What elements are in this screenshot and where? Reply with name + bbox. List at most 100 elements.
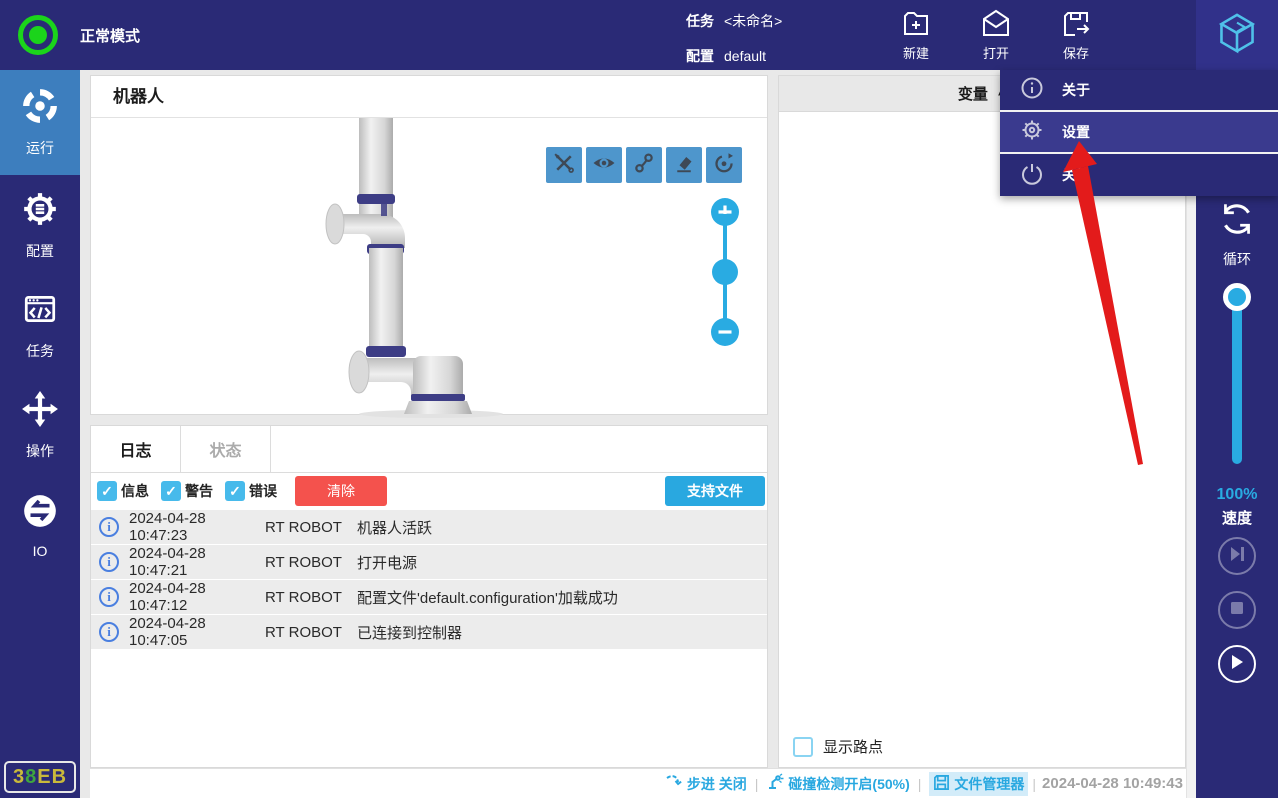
open-button[interactable]: 打开: [964, 8, 1028, 62]
open-label: 打开: [982, 46, 1009, 61]
robot-panel-title: 机器人: [91, 76, 767, 118]
mode-status-indicator: [18, 15, 58, 55]
filter-warning-label: 警告: [185, 483, 213, 499]
log-entry-message: 打开电源: [357, 554, 418, 572]
speed-label: 速度: [1221, 510, 1252, 527]
robot-view-panel: 机器人: [90, 75, 768, 418]
collision-label: 碰撞检测开启(50%): [788, 775, 910, 792]
show-waypoints-label: 显示路点: [823, 739, 884, 756]
save-label: 保存: [1062, 46, 1089, 61]
power-icon: [1020, 161, 1044, 190]
tab-log[interactable]: 日志: [91, 426, 181, 472]
log-entry-message: 机器人活跃: [357, 519, 433, 537]
log-entry-time: 2024-04-28 10:47:23: [129, 510, 206, 544]
task-value: <未命名>: [724, 13, 783, 29]
new-task-button[interactable]: 新建: [884, 8, 948, 62]
log-entry-time: 2024-04-28 10:47:12: [129, 580, 206, 614]
file-manager-button[interactable]: 文件管理器: [929, 771, 1029, 796]
step-mode-label: 步进 关闭: [686, 775, 747, 792]
play-button[interactable]: [1218, 645, 1256, 683]
clear-log-button[interactable]: 清除: [295, 476, 387, 506]
log-entry-source: RT ROBOT: [265, 518, 342, 536]
file-manager-icon: [933, 774, 954, 794]
loop-label: 循环: [1223, 251, 1251, 267]
zoom-slider-handle[interactable]: [712, 259, 738, 285]
log-tabs: 日志 状态: [91, 426, 767, 473]
badge-char: 8: [25, 765, 38, 788]
step-forward-button[interactable]: [1218, 537, 1256, 575]
speed-slider-handle[interactable]: [1223, 283, 1251, 311]
badge-char: 3: [12, 765, 26, 788]
log-entry-time: 2024-04-28 10:47:05: [129, 615, 206, 649]
task-label: 任务: [686, 13, 714, 29]
sidebar-item-io-label: IO: [32, 542, 48, 559]
sidebar-item-task[interactable]: 任务: [0, 275, 80, 375]
log-entry-message: 已连接到控制器: [357, 624, 463, 642]
filter-info-checkbox[interactable]: ✓: [97, 481, 117, 501]
log-filter-row: ✓ 信息 ✓ 警告 ✓ 错误 清除 支持文件: [91, 473, 767, 509]
sidebar-item-operate-label: 操作: [26, 442, 54, 459]
sidebar-item-config[interactable]: 配置: [0, 175, 80, 275]
menu-settings-label: 设置: [1062, 124, 1090, 140]
info-circle-icon: i: [99, 517, 119, 537]
info-circle-icon: i: [99, 587, 119, 607]
step-mode-toggle[interactable]: 步进 关闭: [665, 773, 747, 794]
new-task-label: 新建: [902, 46, 929, 61]
speed-slider-track[interactable]: [1232, 292, 1242, 464]
log-entry-time: 2024-04-28 10:47:21: [129, 545, 206, 579]
eraser-button[interactable]: [666, 147, 702, 183]
loop-button[interactable]: 循环: [1196, 198, 1278, 269]
robot-arm-3d-view[interactable]: [321, 118, 561, 418]
support-files-button[interactable]: 支持文件: [665, 476, 765, 506]
move-arrows-icon: [21, 390, 59, 433]
speed-value: 100%: [1216, 486, 1258, 503]
sidebar-item-operate[interactable]: 操作: [0, 375, 80, 475]
top-bar: 正常模式 任务 <未命名> 配置 default 新建 打开 保存: [0, 0, 1278, 70]
stop-button[interactable]: [1218, 591, 1256, 629]
sidebar-item-io[interactable]: IO: [0, 475, 80, 575]
log-entry[interactable]: i 2024-04-28 10:47:05 RT ROBOT 已连接到控制器: [91, 615, 767, 649]
save-button[interactable]: 保存: [1044, 8, 1108, 62]
statusbar-separator: |: [1032, 775, 1037, 792]
tools-button[interactable]: [546, 147, 582, 183]
status-badge: 3 8 E B: [4, 761, 76, 793]
waypoint-path-button[interactable]: [626, 147, 662, 183]
info-circle-icon: i: [99, 552, 119, 572]
run-icon: [21, 87, 59, 130]
log-entry[interactable]: i 2024-04-28 10:47:12 RT ROBOT 配置文件'defa…: [91, 580, 767, 614]
app-logo-button[interactable]: [1196, 0, 1278, 70]
collision-detection-toggle[interactable]: 碰撞检测开启(50%): [766, 773, 910, 794]
info-icon: [1020, 76, 1044, 105]
menu-item-settings[interactable]: 设置: [1000, 112, 1278, 154]
step-mode-icon: [665, 773, 687, 794]
play-icon: [1228, 653, 1246, 676]
robot-view-toolbar: [546, 147, 742, 183]
menu-item-about[interactable]: 关于: [1000, 70, 1278, 112]
mode-label: 正常模式: [80, 27, 141, 45]
log-entry[interactable]: i 2024-04-28 10:47:21 RT ROBOT 打开电源: [91, 545, 767, 579]
step-forward-icon: [1228, 545, 1246, 568]
show-waypoints-checkbox[interactable]: [793, 736, 813, 757]
system-dropdown-menu: 关于 设置 关机: [1000, 70, 1278, 196]
sidebar-item-run[interactable]: 运行: [0, 70, 80, 175]
stop-icon: [1229, 600, 1245, 621]
filter-warning-checkbox[interactable]: ✓: [161, 481, 181, 501]
show-waypoints-row: 显示路点: [793, 736, 895, 757]
mode-status-dot: [29, 26, 47, 44]
eye-icon: [592, 151, 616, 180]
eraser-icon: [672, 151, 696, 180]
config-label: 配置: [686, 48, 714, 64]
tab-status[interactable]: 状态: [181, 426, 271, 472]
zoom-out-button[interactable]: [711, 318, 739, 346]
reset-view-icon: [712, 151, 736, 180]
filter-error-checkbox[interactable]: ✓: [225, 481, 245, 501]
menu-item-shutdown[interactable]: 关机: [1000, 154, 1278, 196]
log-entry-source: RT ROBOT: [265, 623, 342, 641]
log-entry-source: RT ROBOT: [265, 553, 342, 571]
visibility-button[interactable]: [586, 147, 622, 183]
badge-char: E: [37, 765, 52, 788]
waypoint-path-icon: [632, 151, 656, 180]
variables-title: 变量: [957, 86, 988, 103]
reset-view-button[interactable]: [706, 147, 742, 183]
log-entry[interactable]: i 2024-04-28 10:47:23 RT ROBOT 机器人活跃: [91, 510, 767, 544]
